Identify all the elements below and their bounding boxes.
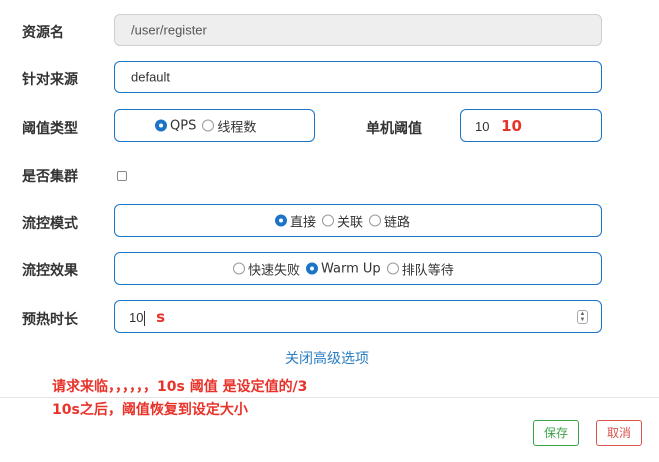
radio-thread-count-dot — [202, 119, 215, 132]
cluster-label: 是否集群 — [22, 169, 78, 185]
radio-warm-up[interactable]: Warm Up — [306, 261, 381, 276]
radio-thread-count-label: 线程数 — [217, 120, 257, 135]
radio-thread-count[interactable]: 线程数 — [202, 116, 256, 135]
footer-divider — [0, 397, 659, 398]
warmup-label: 预热时长 — [22, 312, 78, 328]
radio-warm-up-label: Warm Up — [321, 261, 381, 276]
number-spinner-icon[interactable]: ▲ ▼ — [577, 309, 588, 324]
cancel-button[interactable]: 取消 — [596, 420, 642, 446]
resource-label: 资源名 — [22, 25, 64, 41]
flow-effect-label: 流控效果 — [22, 263, 78, 279]
single-threshold-annotation: 10 — [501, 116, 522, 135]
close-advanced-options-link[interactable]: 关闭高级选项 — [285, 348, 369, 368]
radio-qps-dot — [155, 119, 167, 132]
warmup-annotation: s — [156, 307, 166, 326]
radio-associate-label: 关联 — [337, 215, 364, 230]
radio-qps[interactable]: QPS — [155, 118, 196, 133]
radio-queue-label: 排队等待 — [401, 263, 454, 278]
resource-name-value: /user/register — [131, 22, 207, 38]
annotation-note-1: 请求来临，，，，，，10s 阈值 是设定值的/3 — [52, 379, 308, 395]
threshold-type-label: 阈值类型 — [22, 121, 78, 137]
flow-effect-group: 快速失败 Warm Up 排队等待 — [114, 252, 602, 285]
warmup-input[interactable]: 10 s ▲ ▼ — [114, 300, 602, 333]
threshold-type-group: QPS 线程数 — [114, 109, 315, 142]
radio-chain-label: 链路 — [384, 215, 411, 230]
origin-input[interactable]: default — [114, 61, 602, 93]
text-caret — [144, 310, 146, 326]
single-threshold-input[interactable]: 10 10 — [460, 109, 602, 142]
cluster-checkbox[interactable] — [117, 171, 127, 181]
radio-direct-label: 直接 — [290, 215, 317, 230]
radio-qps-label: QPS — [170, 118, 197, 133]
annotation-note-2: 10s之后，阈值恢复到设定大小 — [52, 402, 248, 418]
radio-direct-dot — [275, 214, 287, 227]
single-threshold-value: 10 — [475, 118, 490, 134]
radio-associate[interactable]: 关联 — [322, 211, 363, 230]
resource-name-field: /user/register — [114, 14, 602, 46]
origin-label: 针对来源 — [22, 72, 78, 88]
radio-queue-dot — [386, 262, 399, 275]
origin-value: default — [131, 69, 171, 85]
radio-direct[interactable]: 直接 — [275, 211, 316, 230]
flow-mode-group: 直接 关联 链路 — [114, 204, 602, 237]
radio-fast-fail-label: 快速失败 — [248, 263, 301, 278]
warmup-value: 10 — [129, 309, 144, 325]
single-threshold-label: 单机阈值 — [366, 121, 422, 137]
radio-chain[interactable]: 链路 — [369, 211, 410, 230]
radio-associate-dot — [322, 214, 335, 227]
radio-fast-fail[interactable]: 快速失败 — [233, 259, 300, 278]
radio-chain-dot — [369, 214, 382, 227]
save-button[interactable]: 保存 — [533, 420, 579, 446]
radio-fast-fail-dot — [233, 262, 245, 275]
flow-mode-label: 流控模式 — [22, 216, 78, 232]
radio-warm-up-dot — [306, 262, 319, 275]
radio-queue[interactable]: 排队等待 — [386, 259, 454, 278]
